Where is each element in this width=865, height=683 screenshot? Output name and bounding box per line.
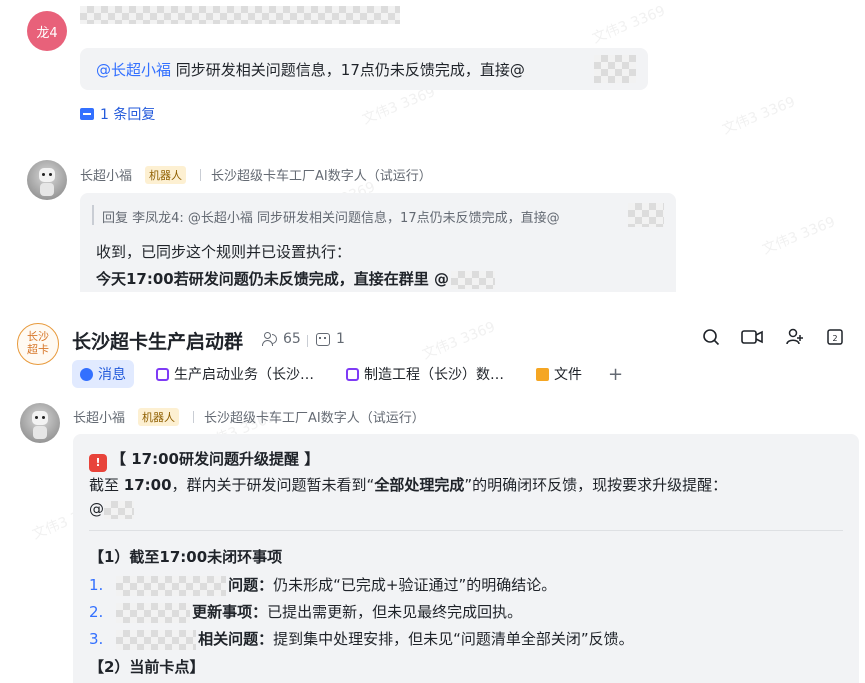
mention-at: @ — [89, 500, 104, 518]
avatar-initials: 龙4 — [36, 25, 58, 41]
intro-text: ，群内关于研发问题暂未看到“ — [171, 476, 375, 494]
bot-avatar[interactable] — [27, 160, 67, 200]
video-call-icon[interactable] — [740, 326, 764, 348]
group-title[interactable]: 长沙超卡生产启动群 — [72, 327, 243, 354]
doc-icon — [156, 367, 169, 381]
message-bubble[interactable]: @长超小福 同步研发相关问题信息，17点仍未反馈完成，直接@ — [80, 48, 648, 90]
item-text: 提到集中处理安排，但未见“问题清单全部关闭”反馈。 — [273, 630, 634, 648]
list-item: 3. 相关问题：提到集中处理安排，但未见“问题清单全部关闭”反馈。 — [89, 628, 634, 650]
item-text: 已提出需更新，但未见最终完成回执。 — [267, 603, 523, 621]
tab-manufacturing-doc[interactable]: 制造工程（长沙）数… — [338, 360, 512, 388]
reply-thread-pane: 文伟3 3369 文伟3 3369 文伟3 3369 文伟3 3369 文伟3 … — [0, 0, 865, 292]
message-text: @长超小福 同步研发相关问题信息，17点仍未反馈完成，直接@ — [96, 59, 525, 80]
redacted-text — [116, 629, 197, 650]
item-text: 仍未形成“已完成+验证通过”的明确结论。 — [273, 576, 557, 594]
intro-text: ”的明确闭环反馈，现按要求升级提醒： — [464, 476, 728, 494]
member-count[interactable]: 65 — [262, 331, 301, 347]
alert-heading-text: 【 17:00研发问题升级提醒 】 — [111, 450, 320, 468]
message-line: 今天17:00若研发问题仍未反馈完成，直接在群里 @ — [96, 268, 495, 289]
sender-name[interactable]: 长超小福 — [73, 407, 125, 426]
mention-link[interactable]: @长超小福 — [96, 61, 171, 79]
add-tab-button[interactable]: + — [600, 360, 631, 388]
sender-description: 长沙超级卡车工厂AI数字人（试运行） — [211, 169, 432, 184]
reply-bubble-icon — [80, 108, 94, 120]
intro-time: 17:00 — [123, 476, 172, 494]
redacted-text — [116, 575, 227, 596]
intro-emphasis: 全部处理完成 — [374, 476, 465, 494]
bot-badge: 机器人 — [138, 408, 179, 426]
alert-heading: ! 【 17:00研发问题升级提醒 】 — [89, 448, 319, 472]
members-icon — [262, 332, 278, 346]
svg-text:2: 2 — [832, 334, 837, 343]
chat-bubble-icon — [80, 367, 93, 381]
tab-label: 生产启动业务（长沙… — [174, 367, 314, 383]
message-body: 同步研发相关问题信息，17点仍未反馈完成，直接@ — [171, 61, 525, 79]
tab-messages[interactable]: 消息 — [72, 360, 134, 388]
list-number: 2. — [89, 603, 104, 621]
calendar-icon[interactable]: 2 — [824, 326, 846, 348]
reply-count-link[interactable]: 1 条回复 — [80, 104, 155, 124]
item-label: 问题： — [228, 576, 274, 594]
tab-label: 文件 — [554, 367, 582, 383]
item-label: 相关问题： — [198, 630, 274, 648]
reply-count-label: 1 条回复 — [100, 107, 156, 123]
tab-label: 消息 — [98, 367, 126, 383]
quote-bar — [92, 205, 94, 225]
bot-avatar[interactable] — [20, 403, 60, 443]
pane-divider — [0, 292, 865, 300]
member-count-value: 65 — [283, 331, 301, 347]
group-chat-pane: 文伟3 3369 文伟3 3369 文伟3 3369 文伟3 3369 文伟3 … — [0, 300, 865, 683]
doc-icon — [346, 367, 359, 381]
redacted-mention — [450, 270, 495, 289]
redacted-mention — [594, 55, 636, 83]
redacted-mention — [628, 203, 664, 227]
group-avatar-text: 超卡 — [27, 343, 49, 356]
group-avatar[interactable]: 长沙 超卡 — [17, 323, 59, 365]
divider — [89, 530, 843, 531]
group-avatar-text: 长沙 — [27, 330, 49, 343]
robot-icon — [316, 332, 330, 346]
section-title: 【1）截至17:00未闭环事项 — [89, 548, 283, 566]
redacted-mention — [104, 500, 134, 519]
message-line: 收到，已同步这个规则并已设置执行： — [96, 243, 352, 261]
item-label: 更新事项： — [192, 603, 268, 621]
bot-count[interactable]: 1 — [316, 331, 345, 347]
message-bubble[interactable]: 回复 李凤龙4: @长超小福 同步研发相关问题信息，17点仍未反馈完成，直接@ … — [80, 193, 676, 292]
tab-label: 制造工程（长沙）数… — [364, 367, 504, 383]
message-card[interactable]: ! 【 17:00研发问题升级提醒 】 截至 17:00，群内关于研发问题暂未看到… — [73, 434, 859, 683]
search-icon[interactable] — [700, 326, 722, 348]
list-item: 2. 更新事项：已提出需更新，但未见最终完成回执。 — [89, 601, 522, 623]
bot-count-value: 1 — [336, 331, 345, 347]
intro-text: 截至 — [89, 476, 124, 494]
redacted-text — [116, 602, 191, 623]
quoted-reply[interactable]: 回复 李凤龙4: @长超小福 同步研发相关问题信息，17点仍未反馈完成，直接@ — [102, 207, 560, 226]
sender-description: 长沙超级卡车工厂AI数字人（试运行） — [204, 411, 425, 426]
section-title: 【2）当前卡点】 — [89, 658, 205, 676]
tab-production-doc[interactable]: 生产启动业务（长沙… — [148, 360, 322, 388]
mention-line[interactable]: @ — [89, 500, 134, 519]
divider — [307, 335, 308, 347]
list-number: 3. — [89, 630, 104, 648]
intro-line: 截至 17:00，群内关于研发问题暂未看到“全部处理完成”的明确闭环反馈，现按要… — [89, 474, 727, 495]
divider — [200, 169, 201, 181]
list-number: 1. — [89, 576, 104, 594]
sender-name[interactable]: 长超小福 — [80, 165, 132, 184]
avatar[interactable]: 龙4 — [27, 11, 67, 51]
folder-icon — [536, 367, 549, 381]
tab-files[interactable]: 文件 — [528, 360, 590, 388]
siren-icon: ! — [89, 454, 107, 472]
bot-badge: 机器人 — [145, 166, 186, 184]
redacted-sender-name — [80, 6, 400, 24]
divider — [193, 411, 194, 423]
add-member-icon[interactable] — [784, 326, 806, 348]
message-line-text: 今天17:00若研发问题仍未反馈完成，直接在群里 @ — [96, 270, 449, 288]
list-item: 1. 问题：仍未形成“已完成+验证通过”的明确结论。 — [89, 574, 556, 596]
